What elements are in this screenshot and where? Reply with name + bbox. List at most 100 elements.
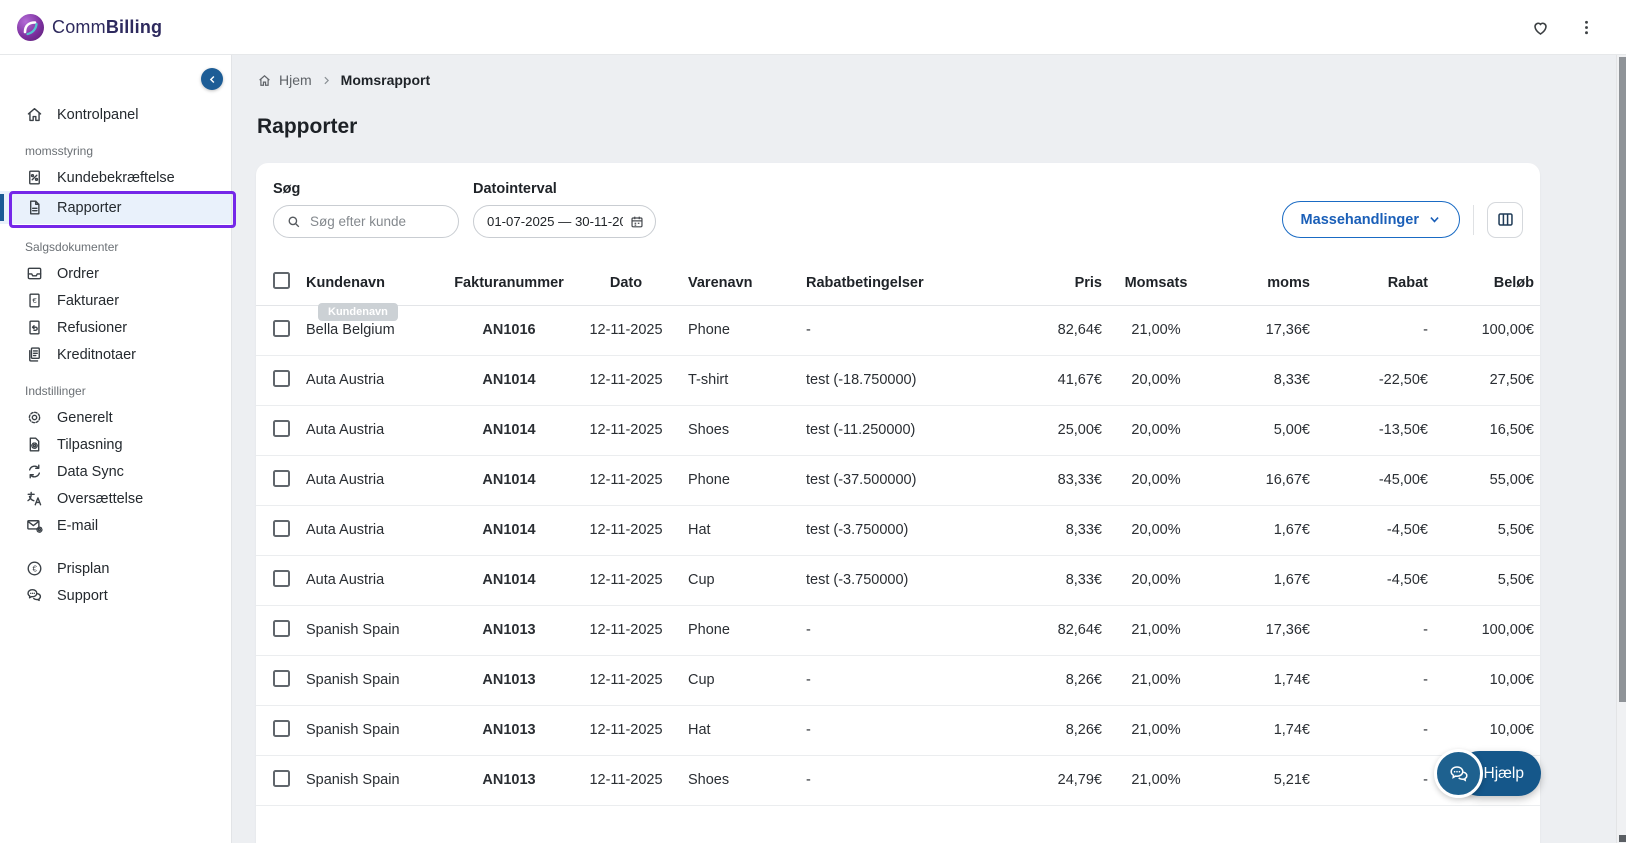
email-gear-icon [25,516,44,535]
row-checkbox-cell [256,755,300,806]
bulk-actions-button[interactable]: Massehandlinger [1281,201,1460,238]
row-checkbox[interactable] [273,519,290,537]
euro-circle-icon: € [25,559,44,578]
invoice-number-link[interactable]: AN1014 [448,355,570,406]
cell-pris: 8,26€ [996,655,1108,706]
column-header-rabat: Rabat [1316,261,1434,306]
scrollbar-arrow[interactable] [1618,835,1626,842]
cell-rabatbetingelser: test (-3.750000) [800,555,996,606]
cell-pris: 41,67€ [996,355,1108,406]
row-checkbox-cell [256,455,300,506]
row-checkbox[interactable] [273,769,290,787]
table-row: Auta Austria AN1014 12-11-2025 T-shirt test … [256,355,1540,406]
invoice-number-link[interactable]: AN1016 [448,305,570,356]
cell-rabat: - [1316,755,1434,806]
cell-belob: 16,50€ [1434,405,1540,456]
cell-dato: 12-11-2025 [570,455,682,506]
cell-rabat: -13,50€ [1316,405,1434,456]
cell-pris: 25,00€ [996,405,1108,456]
cell-moms: 1,67€ [1204,555,1316,606]
kebab-menu-icon[interactable] [1577,18,1596,37]
breadcrumb-home-link[interactable]: Hjem [257,72,312,88]
column-header-dato: Dato [570,261,682,306]
column-settings-button[interactable] [1487,201,1523,238]
cell-dato: 12-11-2025 [570,655,682,706]
cell-kundenavn: Spanish Spain [300,755,448,806]
sidebar-item-label: E-mail [57,517,99,534]
favorites-heart-icon[interactable] [1530,17,1551,38]
row-checkbox[interactable] [273,419,290,437]
row-checkbox-cell [256,305,300,356]
sidebar-item-generelt[interactable]: Generelt [0,404,231,431]
credit-notes-icon [25,345,44,364]
sidebar-collapse-button[interactable] [201,68,223,90]
invoice-number-link[interactable]: AN1014 [448,455,570,506]
sidebar-item-fakturaer[interactable]: € Fakturaer [0,287,231,314]
invoice-number-link[interactable]: AN1014 [448,555,570,606]
invoice-number-link[interactable]: AN1014 [448,505,570,556]
row-checkbox[interactable] [273,469,290,487]
cell-belob: 5,50€ [1434,505,1540,556]
cell-belob: 10,00€ [1434,655,1540,706]
sync-icon [25,462,44,481]
sidebar-item-tilpasning[interactable]: Tilpasning [0,431,231,458]
brand-logo[interactable]: CommBilling [0,13,163,41]
cell-momsats: 21,00% [1108,605,1204,656]
cell-moms: 8,33€ [1204,355,1316,406]
row-checkbox[interactable] [273,669,290,687]
select-all-checkbox[interactable] [273,272,290,290]
row-checkbox-cell [256,555,300,606]
column-header-momsats: Momsats [1108,261,1204,306]
scrollbar-thumb[interactable] [1618,57,1626,702]
invoice-number-link[interactable]: AN1013 [448,655,570,706]
help-label: Hjælp [1483,764,1524,782]
commbilling-logo-icon [17,13,44,41]
brand-name: CommBilling [52,16,163,37]
sidebar-item-prisplan[interactable]: € Prisplan [0,555,231,582]
sidebar-item-label: Prisplan [57,560,110,577]
search-input[interactable] [310,214,448,229]
cell-moms: 5,00€ [1204,405,1316,456]
sidebar-item-kundebekr-ftelse[interactable]: Kundebekræftelse [0,164,231,191]
cell-dato: 12-11-2025 [570,755,682,806]
cell-momsats: 20,00% [1108,405,1204,456]
column-header-belob: Beløb [1434,261,1540,306]
sidebar-item-ordrer[interactable]: Ordrer [0,260,231,287]
cell-moms: 1,67€ [1204,505,1316,556]
home-icon [259,74,270,86]
date-range-input[interactable]: 01-07-2025 — 30-11-202 [473,205,656,238]
sidebar-item-kreditnotaer[interactable]: Kreditnotaer [0,341,231,368]
cell-pris: 82,64€ [996,605,1108,656]
row-checkbox-cell [256,705,300,756]
sidebar-item-e-mail[interactable]: E-mail [0,512,231,539]
cell-pris: 8,33€ [996,555,1108,606]
sidebar-item-label: Refusioner [57,319,128,336]
column-header-rabatbetingelser: Rabatbetingelser [800,261,996,306]
cell-momsats: 21,00% [1108,755,1204,806]
row-checkbox[interactable] [273,319,290,337]
sidebar-item-data-sync[interactable]: Data Sync [0,458,231,485]
calendar-icon [631,216,643,227]
sidebar-item-kontrolpanel[interactable]: Kontrolpanel [0,101,231,128]
cell-dato: 12-11-2025 [570,405,682,456]
sidebar-item-overs-ttelse[interactable]: Oversættelse [0,485,231,512]
cell-rabatbetingelser: test (-18.750000) [800,355,996,406]
row-checkbox[interactable] [273,569,290,587]
sidebar-item-refusioner[interactable]: Refusioner [0,314,231,341]
row-checkbox[interactable] [273,719,290,737]
row-checkbox[interactable] [273,369,290,387]
row-checkbox-cell [256,655,300,706]
sidebar-item-support[interactable]: Support [0,582,231,609]
sidebar-item-rapporter[interactable]: Rapporter [0,191,231,224]
invoice-number-link[interactable]: AN1013 [448,705,570,756]
invoice-number-link[interactable]: AN1013 [448,605,570,656]
row-checkbox-cell [256,605,300,656]
cell-moms: 17,36€ [1204,605,1316,656]
chat-bubbles-icon [25,586,44,605]
vertical-scrollbar [1616,55,1626,843]
cell-momsats: 21,00% [1108,705,1204,756]
invoice-number-link[interactable]: AN1014 [448,405,570,456]
row-checkbox[interactable] [273,619,290,637]
invoice-number-link[interactable]: AN1013 [448,755,570,806]
cell-rabat: - [1316,655,1434,706]
